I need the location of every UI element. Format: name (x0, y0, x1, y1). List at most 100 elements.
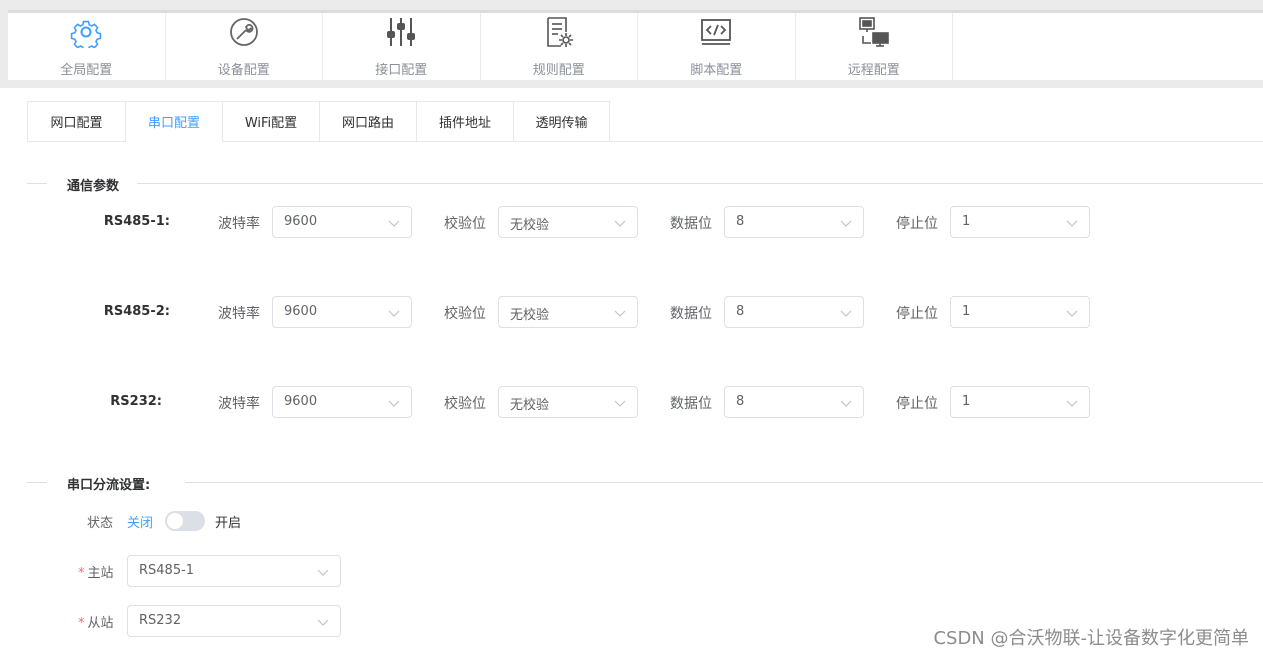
divider-right (185, 482, 1263, 483)
split-toggle[interactable] (165, 511, 205, 531)
select-value: 1 (962, 304, 971, 319)
select-value: 9600 (284, 304, 318, 319)
module-interface-config[interactable]: 接口配置 (323, 13, 481, 80)
wrench-icon (229, 18, 258, 46)
chevron-down-icon (388, 220, 400, 227)
slave-select[interactable]: RS232 (127, 605, 341, 637)
module-device-config[interactable]: 设备配置 (166, 13, 323, 80)
tab-serial-port[interactable]: 串口配置 (125, 101, 222, 142)
tab-wifi[interactable]: WiFi配置 (222, 101, 319, 142)
module-rule-config[interactable]: 规则配置 (481, 13, 638, 80)
required-mark: * (78, 616, 85, 631)
chevron-down-icon (1066, 400, 1078, 407)
divider-left (27, 482, 47, 483)
module-label: 远程配置 (847, 63, 900, 78)
chevron-down-icon (317, 569, 329, 576)
port-name: RS485-2: (103, 304, 170, 319)
select-value: 无校验 (510, 218, 550, 233)
comm-params-heading: 通信参数 (27, 173, 1263, 194)
module-toolbar: 全局配置 设备配置 接口配置 规则配置 脚本配置 远程配置 (0, 0, 1263, 88)
tab-network-port[interactable]: 网口配置 (27, 101, 125, 142)
divider-right (137, 183, 1263, 184)
select-value: RS485-1 (139, 563, 195, 578)
parity-label: 校验位 (444, 216, 486, 232)
gear-icon (71, 20, 102, 48)
data-bits-select[interactable]: 8 (724, 206, 864, 238)
slave-label: * 从站 (78, 612, 114, 631)
select-value: 9600 (284, 394, 318, 409)
serial-split-heading: 串口分流设置: (27, 472, 1263, 493)
tab-network-route[interactable]: 网口路由 (319, 101, 416, 142)
module-label: 规则配置 (532, 63, 585, 78)
code-icon (701, 19, 732, 45)
baud-label: 波特率 (218, 306, 260, 322)
chevron-down-icon (388, 400, 400, 407)
switch-on-label[interactable]: 开启 (215, 512, 241, 531)
stop-bits-select[interactable]: 1 (950, 386, 1090, 418)
sliders-icon (387, 18, 416, 46)
module-label: 设备配置 (217, 63, 270, 78)
parity-select[interactable]: 无校验 (498, 206, 638, 238)
module-label: 全局配置 (60, 63, 113, 78)
baud-select[interactable]: 9600 (272, 296, 412, 328)
chevron-down-icon (840, 310, 852, 317)
chevron-down-icon (388, 310, 400, 317)
chevron-down-icon (1066, 310, 1078, 317)
select-value: 8 (736, 394, 745, 409)
select-value: 无校验 (510, 398, 550, 413)
parity-select[interactable]: 无校验 (498, 386, 638, 418)
module-label: 接口配置 (375, 63, 428, 78)
stop-bits-label: 停止位 (896, 306, 938, 322)
chevron-down-icon (1066, 220, 1078, 227)
chevron-down-icon (614, 310, 626, 317)
module-strip: 全局配置 设备配置 接口配置 规则配置 脚本配置 远程配置 (8, 10, 1263, 80)
select-value: 无校验 (510, 308, 550, 323)
data-bits-label: 数据位 (670, 216, 712, 232)
chevron-down-icon (840, 400, 852, 407)
port-name: RS232: (110, 394, 162, 409)
chevron-down-icon (317, 619, 329, 626)
watermark: CSDN @合沃物联-让设备数字化更简单 (933, 628, 1249, 649)
tab-transparent-transfer[interactable]: 透明传输 (513, 101, 610, 142)
parity-label: 校验位 (444, 396, 486, 412)
required-mark: * (78, 566, 85, 581)
baud-select[interactable]: 9600 (272, 386, 412, 418)
baud-label: 波特率 (218, 396, 260, 412)
state-label: 状态 (87, 516, 114, 531)
master-label: * 主站 (78, 562, 114, 581)
master-select[interactable]: RS485-1 (127, 555, 341, 587)
select-value: RS232 (139, 613, 182, 628)
parity-label: 校验位 (444, 306, 486, 322)
chevron-down-icon (614, 220, 626, 227)
tab-plugin-address[interactable]: 插件地址 (416, 101, 513, 142)
stop-bits-select[interactable]: 1 (950, 296, 1090, 328)
data-bits-select[interactable]: 8 (724, 386, 864, 418)
module-remote-config[interactable]: 远程配置 (796, 13, 953, 80)
module-label: 脚本配置 (690, 63, 743, 78)
stop-bits-label: 停止位 (896, 396, 938, 412)
stop-bits-label: 停止位 (896, 216, 938, 232)
data-bits-label: 数据位 (670, 306, 712, 322)
baud-select[interactable]: 9600 (272, 206, 412, 238)
master-label-text: 主站 (87, 566, 114, 581)
select-value: 8 (736, 304, 745, 319)
document-gear-icon (546, 17, 573, 47)
select-value: 9600 (284, 214, 318, 229)
data-bits-select[interactable]: 8 (724, 296, 864, 328)
section-title: 通信参数 (67, 179, 120, 194)
section-title: 串口分流设置: (67, 478, 151, 493)
select-value: 8 (736, 214, 745, 229)
select-value: 1 (962, 394, 971, 409)
parity-select[interactable]: 无校验 (498, 296, 638, 328)
module-global-config[interactable]: 全局配置 (8, 13, 166, 80)
divider-left (27, 183, 47, 184)
module-script-config[interactable]: 脚本配置 (638, 13, 796, 80)
data-bits-label: 数据位 (670, 396, 712, 412)
stop-bits-select[interactable]: 1 (950, 206, 1090, 238)
chevron-down-icon (840, 220, 852, 227)
config-tabs: 网口配置 串口配置 WiFi配置 网口路由 插件地址 透明传输 (27, 101, 610, 142)
switch-off-label[interactable]: 关闭 (127, 512, 153, 531)
chevron-down-icon (614, 400, 626, 407)
remote-desktop-icon (858, 17, 889, 47)
